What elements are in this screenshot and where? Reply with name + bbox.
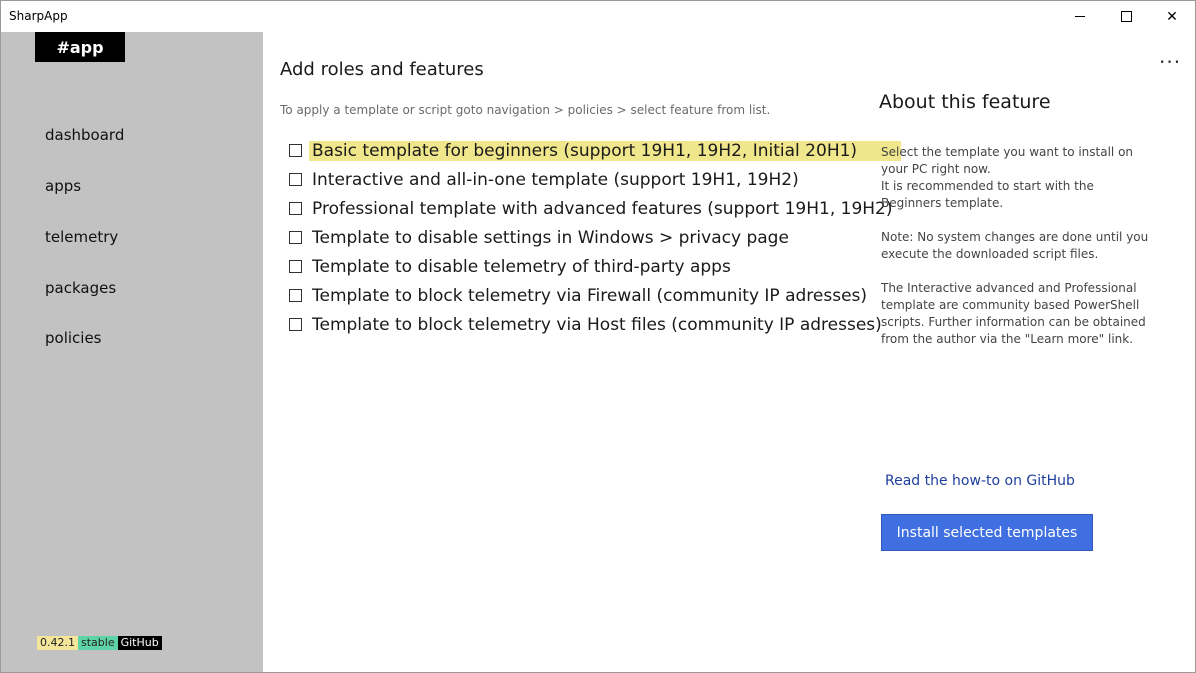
template-label: Professional template with advanced feat… — [312, 198, 893, 219]
channel-badge: stable — [78, 636, 118, 650]
template-label: Template to disable telemetry of third-p… — [312, 256, 731, 277]
template-label: Basic template for beginners (support 19… — [309, 140, 902, 161]
github-badge[interactable]: GitHub — [117, 636, 162, 650]
template-item-interactive[interactable]: Interactive and all-in-one template (sup… — [289, 165, 901, 194]
maximize-button[interactable] — [1103, 1, 1149, 32]
sidebar: #app dashboard apps telemetry packages p… — [1, 32, 263, 672]
sidebar-item-policies[interactable]: policies — [45, 329, 102, 347]
maximize-icon — [1120, 11, 1132, 22]
install-selected-templates-button[interactable]: Install selected templates — [881, 514, 1093, 551]
version-badge: 0.42.1 — [37, 636, 78, 650]
sidebar-item-telemetry[interactable]: telemetry — [45, 228, 118, 246]
main-content: Add roles and features To apply a templa… — [263, 32, 1195, 672]
page-title: Add roles and features — [280, 59, 484, 80]
about-description: Select the template you want to install … — [881, 144, 1156, 365]
template-checkbox[interactable] — [289, 202, 302, 215]
about-paragraph: The Interactive advanced and Professiona… — [881, 281, 1146, 346]
template-checkbox[interactable] — [289, 318, 302, 331]
template-checkbox[interactable] — [289, 260, 302, 273]
template-checkbox[interactable] — [289, 289, 302, 302]
template-checkbox[interactable] — [289, 144, 302, 157]
template-label: Interactive and all-in-one template (sup… — [312, 169, 799, 190]
sidebar-item-dashboard[interactable]: dashboard — [45, 126, 124, 144]
about-title: About this feature — [879, 91, 1051, 113]
template-label: Template to block telemetry via Host fil… — [312, 314, 882, 335]
sidebar-item-packages[interactable]: packages — [45, 279, 116, 297]
more-options-icon[interactable]: ··· — [1159, 50, 1181, 74]
template-item-privacy-settings[interactable]: Template to disable settings in Windows … — [289, 223, 901, 252]
navigation-hint: To apply a template or script goto navig… — [280, 103, 771, 117]
window-title: SharpApp — [9, 9, 68, 23]
template-label: Template to disable settings in Windows … — [312, 227, 789, 248]
template-item-professional[interactable]: Professional template with advanced feat… — [289, 194, 901, 223]
close-button[interactable]: ✕ — [1149, 1, 1195, 32]
sidebar-item-apps[interactable]: apps — [45, 177, 81, 195]
template-label: Template to block telemetry via Firewall… — [312, 285, 868, 306]
close-icon: ✕ — [1166, 8, 1178, 25]
template-list: Basic template for beginners (support 19… — [289, 136, 902, 339]
version-badges: 0.42.1 stable GitHub — [37, 636, 162, 650]
template-checkbox[interactable] — [289, 173, 302, 186]
app-logo[interactable]: #app — [35, 32, 125, 62]
title-bar[interactable]: SharpApp ✕ — [1, 1, 1195, 32]
about-paragraph: Note: No system changes are done until y… — [881, 230, 1149, 261]
template-checkbox[interactable] — [289, 231, 302, 244]
template-item-host-files[interactable]: Template to block telemetry via Host fil… — [289, 310, 901, 339]
minimize-button[interactable] — [1057, 1, 1103, 32]
template-item-basic[interactable]: Basic template for beginners (support 19… — [289, 136, 902, 165]
howto-github-link[interactable]: Read the how-to on GitHub — [885, 473, 1075, 489]
template-item-third-party-telemetry[interactable]: Template to disable telemetry of third-p… — [289, 252, 901, 281]
about-paragraph: Select the template you want to install … — [881, 145, 1134, 210]
minimize-icon — [1075, 16, 1085, 17]
template-item-firewall[interactable]: Template to block telemetry via Firewall… — [289, 281, 901, 310]
app-window: SharpApp ✕ #app dashboard apps telemetry… — [0, 0, 1196, 673]
